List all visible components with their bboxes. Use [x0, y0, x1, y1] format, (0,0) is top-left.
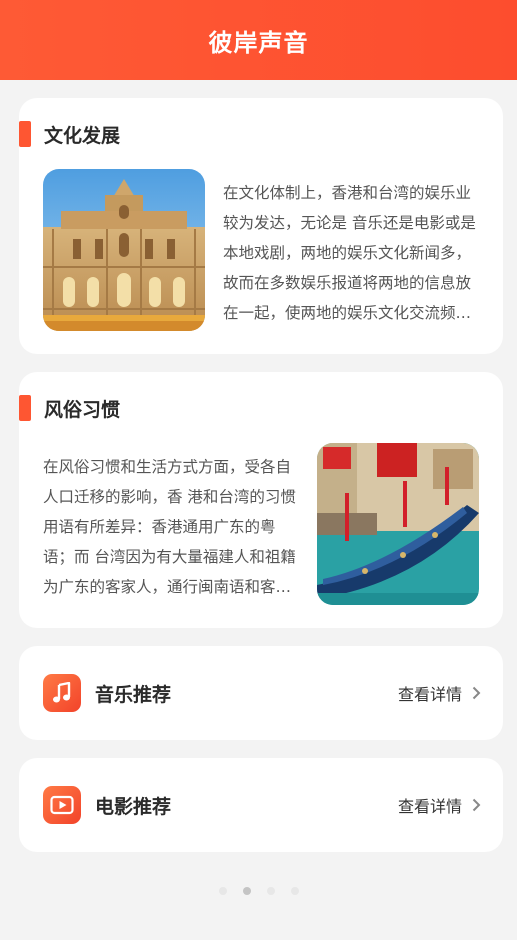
section-header: 风俗习惯	[19, 394, 120, 422]
accent-bar	[19, 121, 31, 147]
movie-recommend-row[interactable]: 电影推荐 查看详情	[19, 758, 503, 852]
page-dot-4[interactable]	[290, 887, 299, 895]
page-dot-3[interactable]	[266, 887, 275, 895]
music-note-icon	[43, 674, 81, 712]
app-header: 彼岸声音	[0, 0, 517, 80]
music-recommend-row[interactable]: 音乐推荐 查看详情	[19, 646, 503, 740]
chevron-right-icon	[472, 798, 481, 812]
customs-card[interactable]: 风俗习惯 在风俗习惯和生活方式方面，受各自人口迁移的影响，香 港和台湾的习惯用语…	[19, 372, 503, 628]
section-title-culture: 文化发展	[44, 124, 121, 147]
music-recommend-label: 音乐推荐	[95, 683, 172, 706]
customs-text: 在风俗习惯和生活方式方面，受各自人口迁移的影响，香 港和台湾的习惯用语有所差异：…	[43, 458, 296, 596]
culture-text: 在文化体制上，香港和台湾的娱乐业较为发达，无论是 音乐还是电影或是本地戏剧，两地…	[223, 184, 476, 322]
accent-bar	[19, 395, 31, 421]
page-dot-1[interactable]	[218, 887, 227, 895]
gondola-canal-photo[interactable]	[317, 443, 479, 605]
view-details-text: 查看详情	[397, 797, 462, 816]
movie-recommend-card[interactable]: 电影推荐 查看详情	[19, 758, 503, 852]
movie-view-details-link[interactable]: 查看详情	[398, 793, 481, 817]
movie-recommend-label: 电影推荐	[95, 795, 172, 818]
page-dot-2-active[interactable]	[242, 887, 251, 895]
music-view-details-link[interactable]: 查看详情	[398, 681, 481, 705]
section-title-customs: 风俗习惯	[44, 398, 121, 421]
ruins-facade-photo[interactable]	[43, 169, 205, 331]
section-header: 文化发展	[19, 120, 120, 148]
page-indicator[interactable]	[0, 887, 517, 895]
video-play-icon	[43, 786, 81, 824]
view-details-text: 查看详情	[397, 685, 462, 704]
culture-card[interactable]: 文化发展 在文化体制上，香港和台湾的娱乐业较为发达，无论是 音乐还是电影或是本地…	[19, 98, 503, 354]
app-title: 彼岸声音	[208, 28, 309, 57]
chevron-right-icon	[472, 686, 481, 700]
music-recommend-card[interactable]: 音乐推荐 查看详情	[19, 646, 503, 740]
